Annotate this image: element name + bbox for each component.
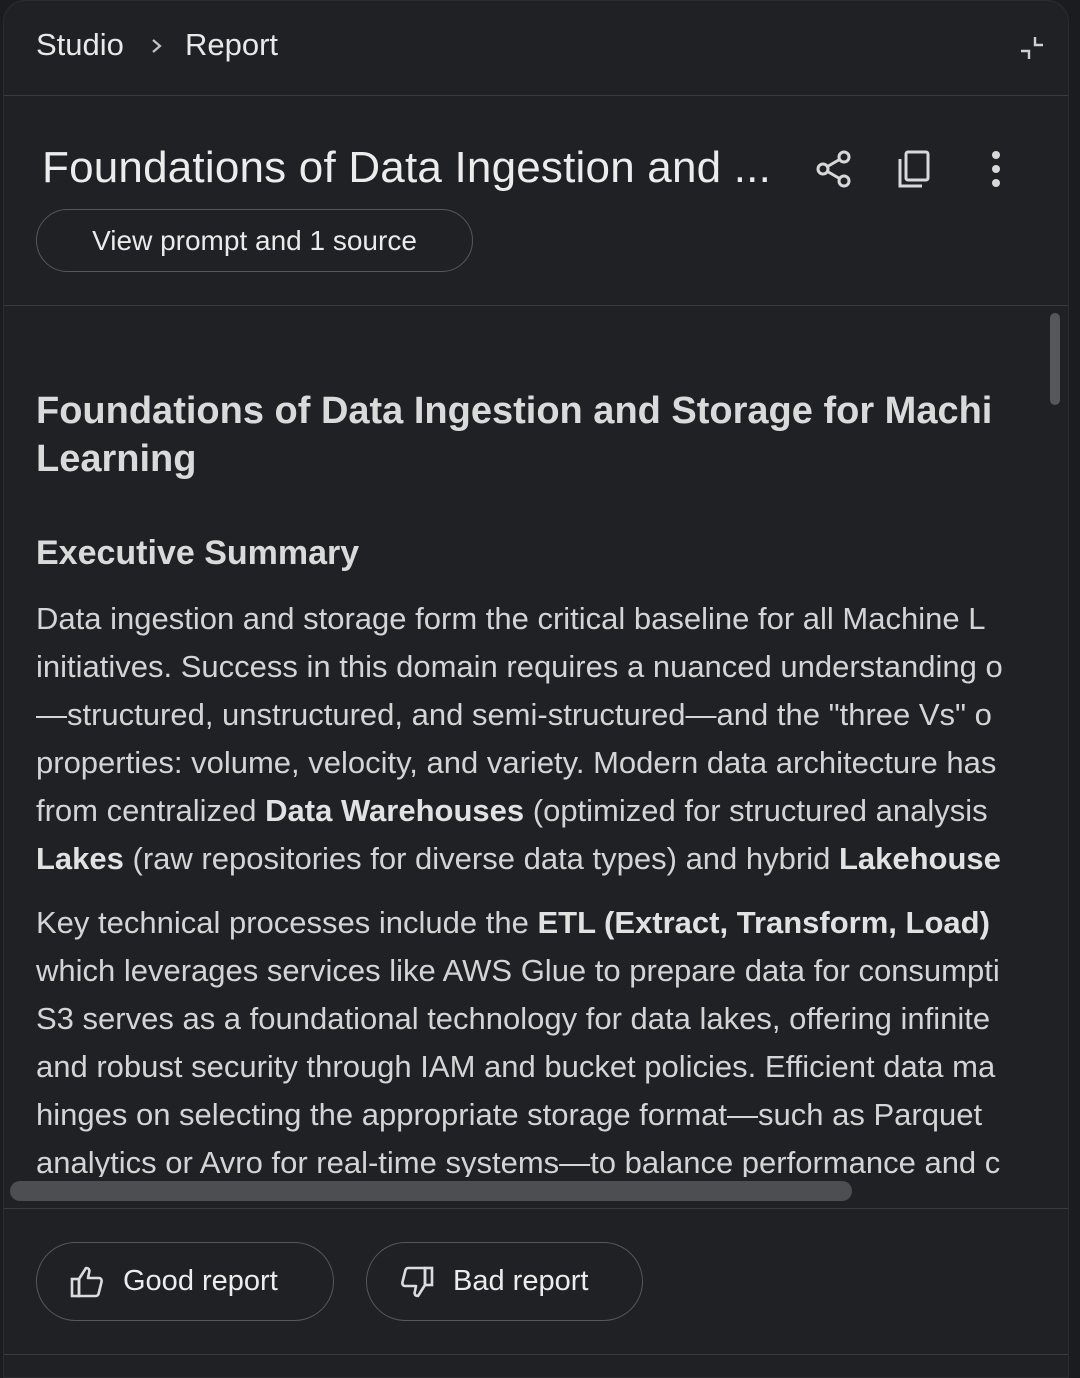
report-article: Foundations of Data Ingestion and Storag…: [36, 387, 1046, 1177]
paragraph-line: analytics or Avro for real-time systems—…: [36, 1145, 1001, 1177]
report-title-line: Foundations of Data Ingestion and Storag…: [36, 390, 993, 432]
paragraph-line: hinges on selecting the appropriate stor…: [36, 1097, 983, 1132]
page-title: Foundations of Data Ingestion and ...: [42, 143, 771, 192]
paragraph-line: properties: volume, velocity, and variet…: [36, 745, 997, 780]
copy-button[interactable]: [888, 143, 940, 195]
thumbs-down-icon: [401, 1266, 434, 1297]
report-panel: Studio Report Foundations of Data Ingest…: [3, 0, 1069, 1378]
bad-report-button[interactable]: Bad report: [366, 1242, 643, 1321]
chevron-right-icon: [152, 39, 162, 53]
section-heading: Executive Summary: [36, 534, 360, 572]
good-report-button[interactable]: Good report: [36, 1242, 334, 1321]
paragraph: Key technical processes include the ETL …: [36, 899, 1046, 1177]
collapse-icon[interactable]: [1017, 33, 1047, 63]
paragraph: Data ingestion and storage form the crit…: [36, 595, 1046, 883]
feedback-bar: Good report Bad report: [4, 1210, 1068, 1355]
paragraph-line: which leverages services like AWS Glue t…: [36, 953, 1000, 988]
paragraph-line: Lakes (raw repositories for diverse data…: [36, 841, 1001, 876]
more-vert-icon: [992, 151, 1000, 187]
breadcrumb-studio[interactable]: Studio: [36, 27, 124, 63]
share-icon: [816, 150, 851, 188]
paragraph-line: initiatives. Success in this domain requ…: [36, 649, 1003, 684]
view-prompt-button[interactable]: View prompt and 1 source: [36, 209, 473, 272]
breadcrumb-report: Report: [185, 27, 279, 62]
paragraph-line: Data ingestion and storage form the crit…: [36, 601, 986, 636]
paragraph-line: —structured, unstructured, and semi-stru…: [36, 697, 992, 732]
thumbs-up-icon: [70, 1266, 103, 1297]
copy-icon: [898, 150, 930, 188]
report-header: Foundations of Data Ingestion and ... Vi…: [4, 97, 1068, 306]
report-title-line: Learning: [36, 438, 197, 480]
paragraph-line: and robust security through IAM and buck…: [36, 1049, 996, 1084]
more-options-button[interactable]: [970, 143, 1022, 195]
breadcrumb: Studio Report: [4, 1, 1068, 96]
share-button[interactable]: [808, 143, 860, 195]
report-title: Foundations of Data Ingestion and Storag…: [36, 387, 1046, 483]
bad-report-label: Bad report: [453, 1265, 589, 1297]
report-content: Foundations of Data Ingestion and Storag…: [4, 307, 1068, 1209]
paragraph-line: Key technical processes include the ETL …: [36, 905, 990, 940]
paragraph-line: S3 serves as a foundational technology f…: [36, 1001, 991, 1036]
horizontal-scrollbar[interactable]: [10, 1181, 852, 1201]
paragraph-line: from centralized Data Warehouses (optimi…: [36, 793, 988, 828]
vertical-scrollbar[interactable]: [1050, 313, 1060, 405]
good-report-label: Good report: [123, 1265, 278, 1297]
